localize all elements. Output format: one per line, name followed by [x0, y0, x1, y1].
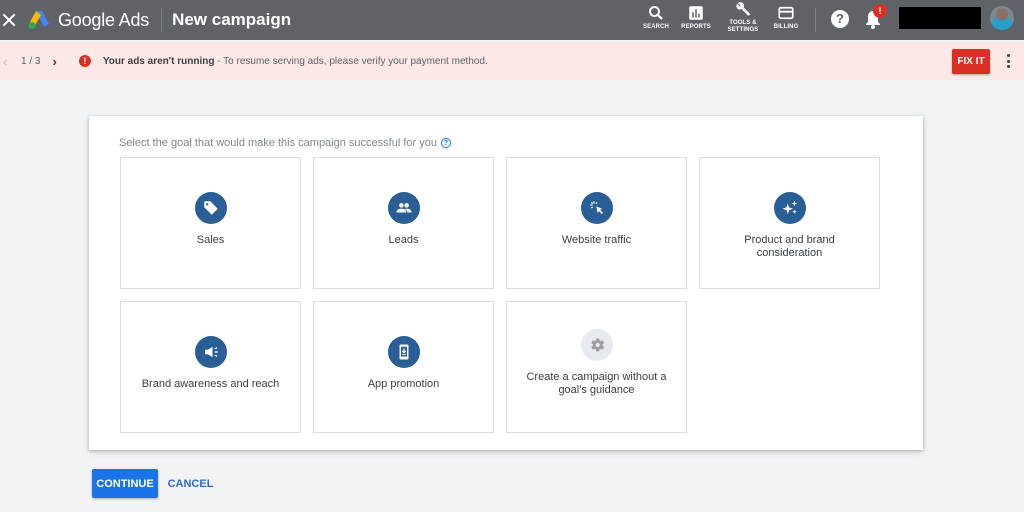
- goal-label: Leads: [388, 234, 419, 246]
- close-icon[interactable]: [2, 13, 16, 27]
- help-circle-icon[interactable]: ?: [440, 138, 451, 148]
- goal-leads[interactable]: Leads: [313, 157, 494, 289]
- tools-label-line2: SETTINGS: [727, 27, 759, 33]
- avatar[interactable]: [990, 6, 1014, 30]
- continue-button[interactable]: CONTINUE: [92, 469, 158, 498]
- billing-button[interactable]: BILLING: [770, 0, 802, 40]
- search-button[interactable]: SEARCH: [640, 0, 672, 40]
- cancel-button[interactable]: CANCEL: [163, 469, 218, 498]
- help-button[interactable]: ?: [831, 10, 849, 28]
- alert-bar: ‹ 1 / 3 › ! Your ads aren't running - To…: [0, 42, 1024, 80]
- more-options-icon[interactable]: [1003, 53, 1013, 69]
- cursor-click-icon: [580, 192, 613, 224]
- goal-product-brand-consideration[interactable]: Product and brand consideration: [699, 157, 880, 289]
- fix-it-button[interactable]: FIX IT: [952, 49, 990, 74]
- goal-no-guidance[interactable]: Create a campaign without a goal's guida…: [506, 301, 687, 433]
- google-ads-logo-icon: [28, 11, 49, 29]
- brand-name: Google Ads: [58, 9, 150, 30]
- mobile-download-icon: [387, 336, 420, 368]
- header-separator: [815, 8, 816, 32]
- gear-icon: [580, 329, 613, 361]
- next-alert-button[interactable]: ›: [52, 54, 56, 69]
- error-icon: !: [78, 55, 91, 67]
- alert-title: Your ads aren't running: [102, 55, 215, 67]
- megaphone-icon: [194, 336, 227, 368]
- goal-label: Create a campaign without a goal's guida…: [526, 371, 667, 396]
- alert-message: Your ads aren't running - To resume serv…: [103, 56, 488, 67]
- billing-label: BILLING: [773, 24, 799, 30]
- goal-selection-card: Select the goal that would make this cam…: [89, 116, 923, 450]
- reports-button[interactable]: REPORTS: [677, 0, 715, 40]
- bar-chart-icon: [689, 6, 703, 20]
- alert-detail: - To resume serving ads, please verify y…: [214, 55, 488, 67]
- goal-app-promotion[interactable]: App promotion: [313, 301, 494, 433]
- sparkle-icon: [773, 192, 806, 224]
- page-title: New campaign: [172, 10, 292, 29]
- search-label: SEARCH: [643, 24, 669, 30]
- tools-settings-button[interactable]: TOOLS & SETTINGS: [723, 0, 763, 40]
- goal-label: Website traffic: [561, 234, 632, 246]
- people-icon: [387, 192, 420, 224]
- tools-label-line1: TOOLS &: [729, 20, 757, 26]
- goal-website-traffic[interactable]: Website traffic: [506, 157, 687, 289]
- goal-label: Product and brand consideration: [744, 234, 835, 259]
- wrench-icon: [736, 1, 751, 16]
- header-actions: SEARCH REPORTS TOOLS & SETTINGS BILLING: [640, 0, 802, 40]
- goal-label: Brand awareness and reach: [141, 378, 280, 390]
- tag-icon: [194, 192, 227, 224]
- goal-prompt: Select the goal that would make this cam…: [119, 137, 451, 149]
- account-name-redacted[interactable]: [899, 7, 981, 29]
- alert-pager: 1 / 3: [21, 55, 41, 67]
- goal-label: App promotion: [367, 378, 440, 390]
- notification-badge: !: [873, 4, 887, 18]
- credit-card-icon: [778, 6, 794, 20]
- goal-sales[interactable]: Sales: [120, 157, 301, 289]
- reports-label: REPORTS: [681, 24, 711, 30]
- search-icon: [649, 6, 663, 20]
- header-divider: [161, 8, 163, 32]
- previous-alert-button[interactable]: ‹: [3, 54, 11, 69]
- goal-label: Sales: [196, 234, 225, 246]
- goal-brand-awareness-reach[interactable]: Brand awareness and reach: [120, 301, 301, 433]
- goal-prompt-text: Select the goal that would make this cam…: [119, 137, 437, 149]
